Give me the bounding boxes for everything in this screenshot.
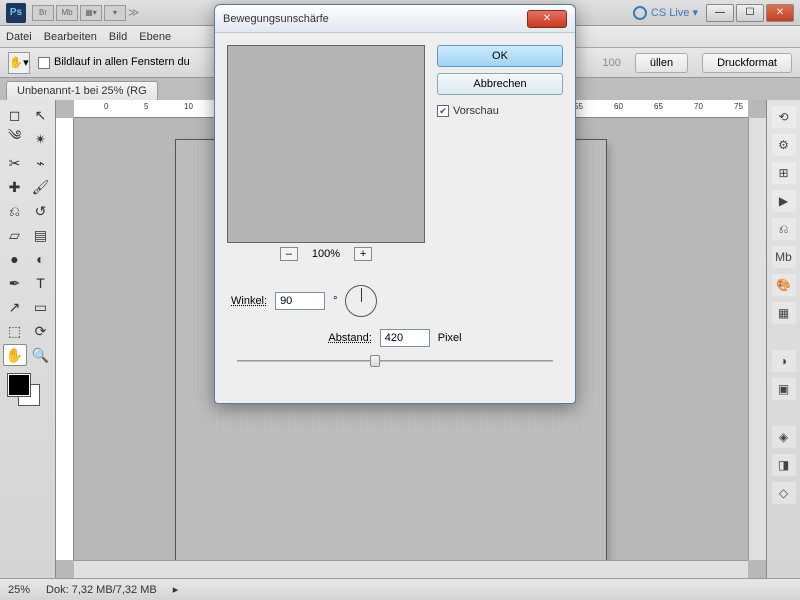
document-tab[interactable]: Unbenannt-1 bei 25% (RG	[6, 81, 158, 100]
horizontal-scrollbar[interactable]	[74, 560, 748, 578]
more-indicator: ≫	[128, 6, 140, 19]
crop-tool[interactable]: ✂	[3, 152, 27, 174]
layers-panel-icon[interactable]: ◈	[772, 426, 796, 448]
minibridge-panel-icon[interactable]: Mb	[772, 246, 796, 268]
toolbox: ◻ ↖ ༄ ✴ ✂ ⌁ ✚ 🖌 ⎌ ↺ ▱ ▤ ● ◐ ✒ T ↗ ▭ ⬚ ⟳ …	[0, 100, 56, 578]
shape-tool[interactable]: ▭	[29, 296, 53, 318]
paths-panel-icon[interactable]: ◇	[772, 482, 796, 504]
vertical-scrollbar[interactable]	[748, 118, 766, 560]
doc-size-readout[interactable]: Dok: 7,32 MB/7,32 MB	[46, 584, 157, 596]
menu-ebene[interactable]: Ebene	[139, 31, 171, 43]
distance-label: Abstand:	[328, 332, 371, 344]
minibridge-icon[interactable]: Mb	[56, 5, 78, 21]
document-tab-label: Unbenannt-1 bei 25% (RG	[17, 85, 147, 97]
preview-checkbox-label: Vorschau	[453, 105, 499, 117]
menu-datei[interactable]: Datei	[6, 31, 32, 43]
distance-input[interactable]	[380, 329, 430, 347]
distance-unit: Pixel	[438, 332, 462, 344]
heal-tool[interactable]: ✚	[3, 176, 27, 198]
dialog-title: Bewegungsunschärfe	[223, 13, 527, 25]
collapsed-panels: ⟲ ⚙ ⊞ ▶ ⎌ Mb 🎨 ▦ ◑ ▣ ◈ ◨ ◇	[766, 100, 800, 578]
dialog-titlebar[interactable]: Bewegungsunschärfe ✕	[215, 5, 575, 33]
print-format-button[interactable]: Druckformat	[702, 53, 792, 73]
color-swatches[interactable]	[8, 374, 48, 414]
eyedropper-tool[interactable]: ⌁	[29, 152, 53, 174]
preview-checkbox[interactable]: ✔ Vorschau	[437, 105, 563, 117]
app-logo: Ps	[6, 3, 26, 23]
stamp-tool[interactable]: ⎌	[3, 200, 27, 222]
zoom-tool[interactable]: 🔍	[29, 344, 53, 366]
angle-input[interactable]	[275, 292, 325, 310]
history-panel-icon[interactable]: ⟲	[772, 106, 796, 128]
preview-zoom-level: 100%	[312, 248, 340, 260]
layout-icon[interactable]: ▦▾	[80, 5, 102, 21]
move-tool[interactable]: ↖	[29, 104, 53, 126]
hundred-label: 100	[602, 57, 620, 69]
zoom-readout[interactable]: 25%	[8, 584, 30, 596]
dodge-tool[interactable]: ◐	[29, 248, 53, 270]
cs-live-menu[interactable]: CS Live ▾	[633, 6, 698, 20]
actions-panel-icon[interactable]: ⚙	[772, 134, 796, 156]
cs-live-icon	[633, 6, 647, 20]
ok-button[interactable]: OK	[437, 45, 563, 67]
styles-panel-icon[interactable]: ▦	[772, 302, 796, 324]
menu-bearbeiten[interactable]: Bearbeiten	[44, 31, 97, 43]
status-bar: 25% Dok: 7,32 MB/7,32 MB ▸	[0, 578, 800, 600]
hand-tool-preset[interactable]: ✋▾	[8, 52, 30, 74]
clone-panel-icon[interactable]: ⎌	[772, 218, 796, 240]
slider-thumb[interactable]	[370, 355, 380, 367]
zoomlevel-icon[interactable]: ▾	[104, 5, 126, 21]
cancel-button[interactable]: Abbrechen	[437, 73, 563, 95]
dialog-close-button[interactable]: ✕	[527, 10, 567, 28]
brush-tool[interactable]: 🖌	[29, 176, 53, 198]
wand-tool[interactable]: ✴	[29, 128, 53, 150]
eraser-tool[interactable]: ▱	[3, 224, 27, 246]
swatches-panel-icon[interactable]: 🎨	[772, 274, 796, 296]
pen-tool[interactable]: ✒	[3, 272, 27, 294]
3d-tool[interactable]: ⬚	[3, 320, 27, 342]
brush-panel-icon[interactable]: ▶	[772, 190, 796, 212]
angle-unit: °	[333, 295, 337, 307]
foreground-color-swatch[interactable]	[8, 374, 30, 396]
menu-bild[interactable]: Bild	[109, 31, 127, 43]
maximize-button[interactable]: ☐	[736, 4, 764, 22]
channels-panel-icon[interactable]: ◨	[772, 454, 796, 476]
close-button[interactable]: ✕	[766, 4, 794, 22]
blur-tool[interactable]: ●	[3, 248, 27, 270]
history-brush-tool[interactable]: ↺	[29, 200, 53, 222]
bridge-icon[interactable]: Br	[32, 5, 54, 21]
adjustments-panel-icon[interactable]: ◑	[772, 350, 796, 372]
distance-slider[interactable]	[237, 353, 553, 369]
vertical-ruler[interactable]	[56, 118, 74, 560]
properties-panel-icon[interactable]: ⊞	[772, 162, 796, 184]
rotate-tool[interactable]: ⟳	[29, 320, 53, 342]
zoom-out-button[interactable]: –	[280, 247, 298, 261]
angle-label: Winkel:	[231, 295, 267, 307]
scroll-all-windows-checkbox[interactable]: Bildlauf in allen Fenstern du	[38, 56, 190, 68]
motion-blur-dialog: Bewegungsunschärfe ✕ – 100% + OK Abbrech…	[214, 4, 576, 404]
slider-track	[237, 360, 553, 362]
angle-dial[interactable]	[345, 285, 377, 317]
masks-panel-icon[interactable]: ▣	[772, 378, 796, 400]
minimize-button[interactable]: —	[706, 4, 734, 22]
hand-tool[interactable]: ✋	[3, 344, 27, 366]
zoom-in-button[interactable]: +	[354, 247, 372, 261]
fill-button[interactable]: üllen	[635, 53, 688, 73]
filter-preview[interactable]	[227, 45, 425, 243]
status-arrow-icon[interactable]: ▸	[173, 583, 179, 596]
gradient-tool[interactable]: ▤	[29, 224, 53, 246]
type-tool[interactable]: T	[29, 272, 53, 294]
path-select-tool[interactable]: ↗	[3, 296, 27, 318]
cs-live-label: CS Live ▾	[651, 6, 698, 19]
lasso-tool[interactable]: ༄	[3, 128, 27, 150]
